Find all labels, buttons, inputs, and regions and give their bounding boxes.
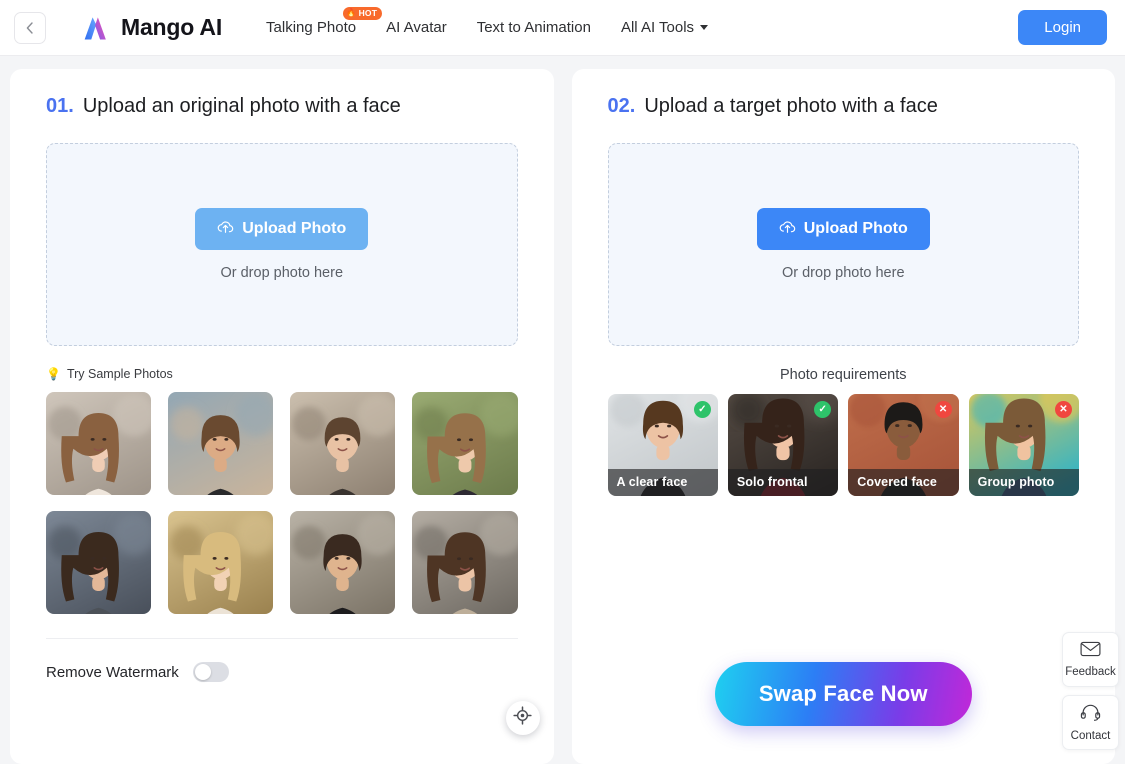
main-content: 01. Upload an original photo with a face… — [0, 56, 1125, 764]
step-number: 02. — [607, 95, 636, 117]
requirement-caption: Solo frontal — [727, 469, 839, 496]
page-title-step-1: 01. Upload an original photo with a face — [46, 95, 518, 118]
swap-face-now-button[interactable]: Swap Face Now — [714, 662, 972, 726]
locate-face-button[interactable] — [505, 701, 540, 735]
x-circle-icon: ✕ — [934, 401, 952, 418]
nav-label: AI Avatar — [386, 19, 447, 36]
step-title: Upload a target photo with a face — [644, 95, 938, 117]
chevron-down-icon — [700, 25, 709, 30]
samples-label-text: Try Sample Photos — [66, 367, 173, 381]
try-sample-photos-label: 💡 Try Sample Photos — [46, 367, 518, 381]
nav-label: Text to Animation — [476, 19, 591, 36]
lightbulb-icon: 💡 — [46, 367, 61, 381]
nav-item-all-ai-tools[interactable]: All AI Tools — [620, 19, 709, 36]
toggle-knob — [194, 664, 211, 680]
nav-item-ai-avatar[interactable]: AI Avatar — [386, 19, 447, 36]
remove-watermark-row: Remove Watermark — [46, 662, 518, 682]
flame-icon: 🔥 — [346, 8, 357, 18]
drop-hint-text: Or drop photo here — [220, 265, 344, 281]
sample-photo-thumbnail[interactable] — [46, 392, 152, 495]
nav-item-talking-photo[interactable]: Talking Photo 🔥 HOT — [266, 7, 383, 36]
feedback-label: Feedback — [1065, 666, 1116, 678]
nav-item-text-to-animation[interactable]: Text to Animation — [477, 19, 591, 36]
mango-ai-logo-icon — [82, 15, 112, 41]
sample-photo-thumbnail[interactable] — [46, 511, 152, 614]
remove-watermark-label: Remove Watermark — [46, 663, 179, 681]
requirement-caption: Covered face — [848, 469, 959, 496]
hot-badge-label: HOT — [358, 8, 378, 18]
hot-badge: 🔥 HOT — [343, 7, 383, 20]
contact-button[interactable]: Contact — [1062, 695, 1119, 750]
headset-icon — [1080, 704, 1101, 726]
upload-target-photo-button[interactable]: Upload Photo — [756, 208, 930, 250]
sample-photo-thumbnail[interactable] — [412, 511, 518, 614]
contact-label: Contact — [1070, 729, 1111, 742]
upload-original-photo-button[interactable]: Upload Photo — [195, 208, 369, 250]
cloud-upload-icon — [779, 219, 796, 239]
sample-photo-thumbnail[interactable] — [168, 392, 274, 495]
chevron-left-icon — [23, 21, 37, 35]
requirement-item: ✕ Covered face — [848, 394, 959, 496]
target-photo-dropzone[interactable]: Upload Photo Or drop photo here — [607, 143, 1079, 346]
brand-logo[interactable]: Mango AI — [82, 14, 222, 41]
nav-label: All AI Tools — [620, 19, 695, 36]
sample-photo-thumbnail[interactable] — [168, 511, 274, 614]
target-photo-card: 02. Upload a target photo with a face Up… — [571, 69, 1116, 764]
step-title: Upload an original photo with a face — [82, 95, 401, 117]
upload-button-label: Upload Photo — [242, 220, 347, 237]
requirement-caption: Group photo — [968, 469, 1079, 496]
sample-photos-grid — [46, 392, 518, 614]
top-header: Mango AI Talking Photo 🔥 HOT AI Avatar T… — [0, 0, 1125, 56]
sample-photo-thumbnail[interactable] — [290, 511, 396, 614]
page-title-step-2: 02. Upload a target photo with a face — [608, 95, 1080, 118]
login-button[interactable]: Login — [1018, 10, 1107, 45]
sample-photo-thumbnail[interactable] — [412, 392, 518, 495]
requirement-caption: A clear face — [607, 469, 718, 496]
upload-button-label: Upload Photo — [803, 220, 908, 237]
nav-label: Talking Photo — [266, 19, 357, 36]
step-number: 01. — [46, 95, 74, 117]
drop-hint-text: Or drop photo here — [781, 265, 905, 281]
check-circle-icon: ✓ — [693, 401, 711, 418]
original-photo-dropzone[interactable]: Upload Photo Or drop photo here — [46, 143, 518, 346]
main-navigation: Talking Photo 🔥 HOT AI Avatar Text to An… — [266, 7, 1018, 36]
check-circle-icon: ✓ — [814, 401, 832, 418]
remove-watermark-toggle[interactable] — [192, 662, 229, 682]
photo-requirements-title: Photo requirements — [779, 367, 907, 383]
requirement-item: ✓ A clear face — [607, 394, 718, 496]
feedback-button[interactable]: Feedback — [1062, 632, 1119, 687]
envelope-icon — [1080, 641, 1101, 662]
requirement-item: ✓ Solo frontal — [727, 394, 839, 496]
photo-requirements-grid: ✓ A clear face ✓ Solo frontal ✕ Covered … — [607, 394, 1079, 496]
sample-photo-thumbnail[interactable] — [290, 392, 396, 495]
cloud-upload-icon — [217, 219, 234, 239]
x-circle-icon: ✕ — [1055, 401, 1072, 418]
crosshair-target-icon — [513, 706, 532, 730]
original-photo-card: 01. Upload an original photo with a face… — [10, 69, 554, 764]
swap-action-area: Swap Face Now — [572, 662, 1116, 726]
back-button[interactable] — [14, 11, 46, 44]
requirement-item: ✕ Group photo — [968, 394, 1079, 496]
floating-side-widgets: Feedback Contact — [1062, 632, 1119, 750]
section-divider — [46, 638, 518, 639]
brand-name: Mango AI — [121, 14, 223, 40]
